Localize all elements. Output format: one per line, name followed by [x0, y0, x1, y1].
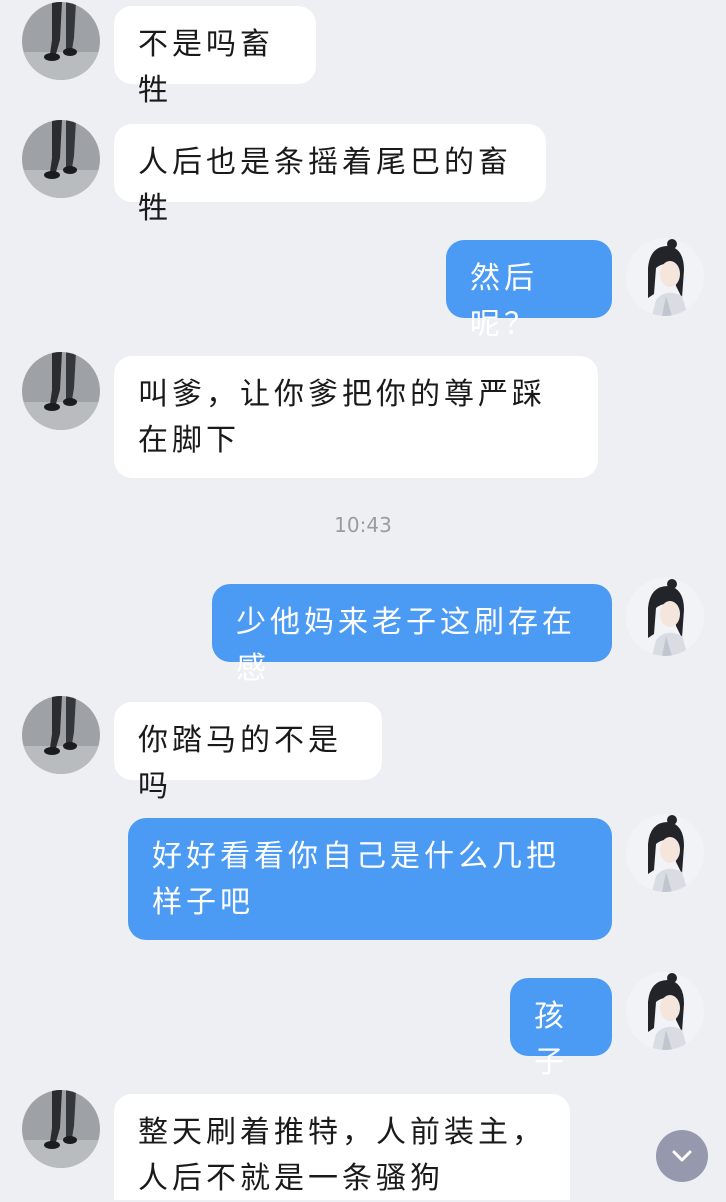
message-bubble-outgoing[interactable]: 然后呢？ — [446, 240, 612, 342]
message-text: 少他妈来老子这刷存在感 — [236, 605, 576, 686]
message-bubble-incoming[interactable]: 人后也是条摇着尾巴的畜牲 — [114, 124, 546, 226]
message-bubble-incoming[interactable]: 你踏马的不是吗 — [114, 702, 382, 804]
anime-character-icon — [626, 578, 704, 656]
message-timestamp: 10:43 — [334, 513, 392, 537]
contact-avatar[interactable] — [22, 120, 100, 198]
anime-character-icon — [626, 972, 704, 1050]
message-bubble-outgoing[interactable]: 孩子 — [510, 978, 612, 1080]
message-text: 不是吗畜牲 — [138, 27, 274, 108]
chevron-down-icon — [672, 1150, 692, 1162]
my-avatar[interactable] — [626, 238, 704, 316]
message-text: 整天刷着推特，人前装主，人后不就是一条骚狗 — [138, 1115, 546, 1196]
message-bubble-outgoing[interactable]: 少他妈来老子这刷存在感 — [212, 584, 612, 686]
anime-character-icon — [626, 238, 704, 316]
chat-message-list: 不是吗畜牲 人后也是条摇着尾巴的畜牲 然后呢？ 叫爹，让你爹把你的尊严踩在脚下 … — [0, 0, 726, 1200]
message-bubble-incoming[interactable]: 整天刷着推特，人前装主，人后不就是一条骚狗 — [114, 1094, 570, 1200]
message-bubble-incoming[interactable]: 叫爹，让你爹把你的尊严踩在脚下 — [114, 356, 598, 478]
walking-legs-photo-icon — [22, 120, 100, 198]
message-text: 然后呢？ — [470, 261, 538, 342]
message-text: 好好看看你自己是什么几把样子吧 — [152, 839, 560, 920]
message-text: 叫爹，让你爹把你的尊严踩在脚下 — [138, 377, 546, 458]
anime-character-icon — [626, 814, 704, 892]
scroll-to-bottom-button[interactable] — [656, 1130, 708, 1182]
my-avatar[interactable] — [626, 578, 704, 656]
message-bubble-incoming[interactable]: 不是吗畜牲 — [114, 6, 316, 108]
message-text: 你踏马的不是吗 — [138, 723, 342, 804]
message-text: 孩子 — [534, 999, 568, 1080]
contact-avatar[interactable] — [22, 1090, 100, 1168]
walking-legs-photo-icon — [22, 2, 100, 80]
message-text: 人后也是条摇着尾巴的畜牲 — [138, 145, 512, 226]
walking-legs-photo-icon — [22, 696, 100, 774]
contact-avatar[interactable] — [22, 2, 100, 80]
contact-avatar[interactable] — [22, 696, 100, 774]
contact-avatar[interactable] — [22, 352, 100, 430]
my-avatar[interactable] — [626, 972, 704, 1050]
walking-legs-photo-icon — [22, 1090, 100, 1168]
message-bubble-outgoing[interactable]: 好好看看你自己是什么几把样子吧 — [128, 818, 612, 940]
my-avatar[interactable] — [626, 814, 704, 892]
walking-legs-photo-icon — [22, 352, 100, 430]
